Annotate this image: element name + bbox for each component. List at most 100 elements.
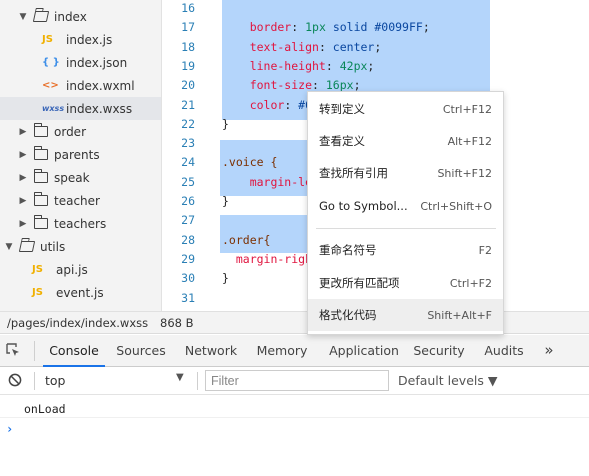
menu-item-shortcut: F2: [478, 243, 492, 257]
code-token: border: [222, 20, 292, 35]
chevron-right-icon[interactable]: ▶: [18, 127, 28, 137]
tree-item-index[interactable]: ▼ index: [0, 5, 161, 28]
tree-item-label: index.wxml: [66, 78, 135, 93]
folder-icon: [33, 146, 48, 160]
menu-item-label: 查看定义: [319, 134, 365, 148]
code-line: color: #0: [222, 98, 312, 112]
code-line: line-height: 42px;: [222, 58, 375, 73]
tree-item-teacher[interactable]: ▶ teacher: [0, 189, 161, 212]
file-tree: ▼ index JS index.js { } index.json <> index.wxm…: [0, 0, 162, 311]
code-token: ;: [374, 39, 382, 54]
menu-item-label: 格式化代码: [319, 308, 377, 322]
chevron-down-icon[interactable]: ▼: [4, 242, 14, 252]
selection-highlight: [220, 215, 307, 233]
context-dropdown-icon[interactable]: ▼: [176, 372, 184, 383]
console-prompt-icon[interactable]: ›: [6, 422, 13, 436]
menu-item-shortcut: Shift+Alt+F: [427, 308, 492, 322]
more-tabs-button[interactable]: »: [538, 335, 560, 366]
tab-network[interactable]: Network: [180, 335, 242, 366]
chevron-right-icon[interactable]: ▶: [18, 173, 28, 183]
menu-item-label: 重命名符号: [319, 243, 377, 257]
context-menu-item[interactable]: 查看定义 Alt+F12: [308, 125, 503, 157]
folder-icon: [33, 123, 48, 137]
code-token: .voice {: [222, 155, 278, 170]
devtools-tabbar: Console Sources Network Memory Application Se…: [0, 335, 589, 367]
context-selector[interactable]: top: [45, 373, 65, 388]
menu-item-shortcut: Ctrl+Shift+O: [420, 199, 492, 213]
tree-item-label: index.json: [66, 55, 128, 70]
file-size: 868 B: [160, 316, 194, 330]
code-line: }: [222, 271, 229, 285]
inspect-element-icon[interactable]: [5, 342, 23, 360]
code-token: 1px: [305, 20, 326, 35]
code-token: }: [222, 271, 229, 286]
wxss-file-icon: wxss: [42, 104, 65, 113]
context-menu-item[interactable]: 更改所有匹配项 Ctrl+F2: [308, 267, 503, 299]
log-levels-dropdown[interactable]: Default levels ▼: [398, 373, 497, 388]
menu-separator: [316, 228, 496, 229]
tree-item-speak[interactable]: ▶ speak: [0, 166, 161, 189]
chevron-down-icon[interactable]: ▼: [18, 12, 28, 22]
line-number: 18: [181, 39, 195, 54]
line-number: 29: [181, 251, 195, 266]
code-token: margin-righ: [222, 251, 313, 266]
context-menu-item[interactable]: Go to Symbol... Ctrl+Shift+O: [308, 190, 503, 222]
tree-item-index-wxml[interactable]: <> index.wxml: [0, 74, 161, 97]
json-file-icon: { }: [42, 57, 60, 68]
context-menu-item[interactable]: 重命名符号 F2: [308, 234, 503, 266]
tree-item-teachers[interactable]: ▶ teachers: [0, 212, 161, 235]
tree-item-label: index.js: [66, 32, 113, 47]
tree-item-index-js[interactable]: JS index.js: [0, 28, 161, 51]
tab-audits[interactable]: Audits: [478, 335, 530, 366]
code-token: text-align: [222, 39, 319, 54]
menu-item-shortcut: Ctrl+F2: [449, 276, 492, 290]
chevron-right-icon[interactable]: ▶: [18, 219, 28, 229]
tab-memory[interactable]: Memory: [252, 335, 312, 366]
menu-item-shortcut: Alt+F12: [447, 134, 492, 148]
clear-console-icon[interactable]: [8, 373, 23, 388]
code-token: }: [222, 194, 229, 208]
tab-security[interactable]: Security: [410, 335, 468, 366]
context-menu-item[interactable]: 格式化代码 Shift+Alt+F: [308, 299, 503, 331]
tree-item-utils[interactable]: ▼ utils: [0, 235, 161, 258]
menu-item-shortcut: Shift+F12: [437, 166, 492, 180]
tree-item-label: event.js: [56, 285, 104, 300]
code-token: font-size: [222, 78, 313, 93]
line-number: 21: [181, 97, 195, 112]
code-line: text-align: center;: [222, 39, 382, 54]
tree-item-index-json[interactable]: { } index.json: [0, 51, 161, 74]
code-token: solid #0099FF: [325, 20, 423, 35]
tree-item-label: index: [54, 9, 87, 24]
line-number: 28: [181, 232, 195, 247]
line-number: 20: [181, 78, 195, 93]
code-line: margin-le: [222, 175, 312, 189]
tree-item-label: api.js: [56, 262, 88, 277]
tab-application[interactable]: Application: [322, 335, 406, 366]
menu-item-shortcut: Ctrl+F12: [442, 102, 492, 116]
tree-item-index-wxss[interactable]: wxss index.wxss: [0, 97, 161, 120]
code-token: :: [284, 97, 299, 112]
tree-item-order[interactable]: ▶ order: [0, 120, 161, 143]
tab-console[interactable]: Console: [43, 335, 105, 367]
tab-sources[interactable]: Sources: [113, 335, 169, 366]
filter-input[interactable]: [205, 370, 389, 391]
console-output[interactable]: onLoad ›: [0, 395, 589, 476]
code-token: ;: [422, 20, 430, 35]
chevron-right-icon[interactable]: ▶: [18, 196, 28, 206]
code-token: :: [325, 58, 340, 73]
context-menu-item[interactable]: 转到定义 Ctrl+F12: [308, 93, 503, 125]
tree-item-parents[interactable]: ▶ parents: [0, 143, 161, 166]
line-number: 19: [181, 58, 195, 73]
tree-item-label: order: [54, 124, 86, 139]
line-number: 30: [181, 271, 195, 286]
line-number: 27: [181, 213, 195, 228]
code-token: margin-le: [222, 174, 313, 189]
context-menu-item[interactable]: 查找所有引用 Shift+F12: [308, 157, 503, 189]
tree-item-event-js[interactable]: JS event.js: [0, 281, 161, 304]
code-token: .order{: [222, 232, 271, 247]
folder-open-icon: [18, 241, 36, 252]
code-token: center: [332, 39, 375, 54]
tree-item-api-js[interactable]: JS api.js: [0, 258, 161, 281]
line-number: 23: [181, 136, 195, 151]
chevron-right-icon[interactable]: ▶: [18, 150, 28, 160]
